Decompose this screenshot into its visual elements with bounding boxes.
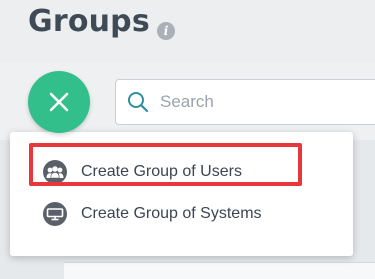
search-input[interactable] [160,88,370,116]
search-box[interactable] [115,79,375,125]
menu-item-label: Create Group of Systems [81,205,262,222]
menu-item-create-group-of-users[interactable]: Create Group of Users [10,151,353,193]
system-group-icon [43,202,67,226]
create-group-menu: Create Group of Users Create Group of Sy… [10,132,353,256]
search-icon [128,92,149,113]
info-icon[interactable]: i [157,22,175,40]
user-group-icon [43,160,67,184]
menu-item-label: Create Group of Users [81,163,242,180]
page-title: Groups [28,4,150,39]
list-item[interactable] [64,262,375,279]
close-icon [49,92,69,112]
close-button[interactable] [28,71,90,133]
menu-item-create-group-of-systems[interactable]: Create Group of Systems [10,193,353,235]
